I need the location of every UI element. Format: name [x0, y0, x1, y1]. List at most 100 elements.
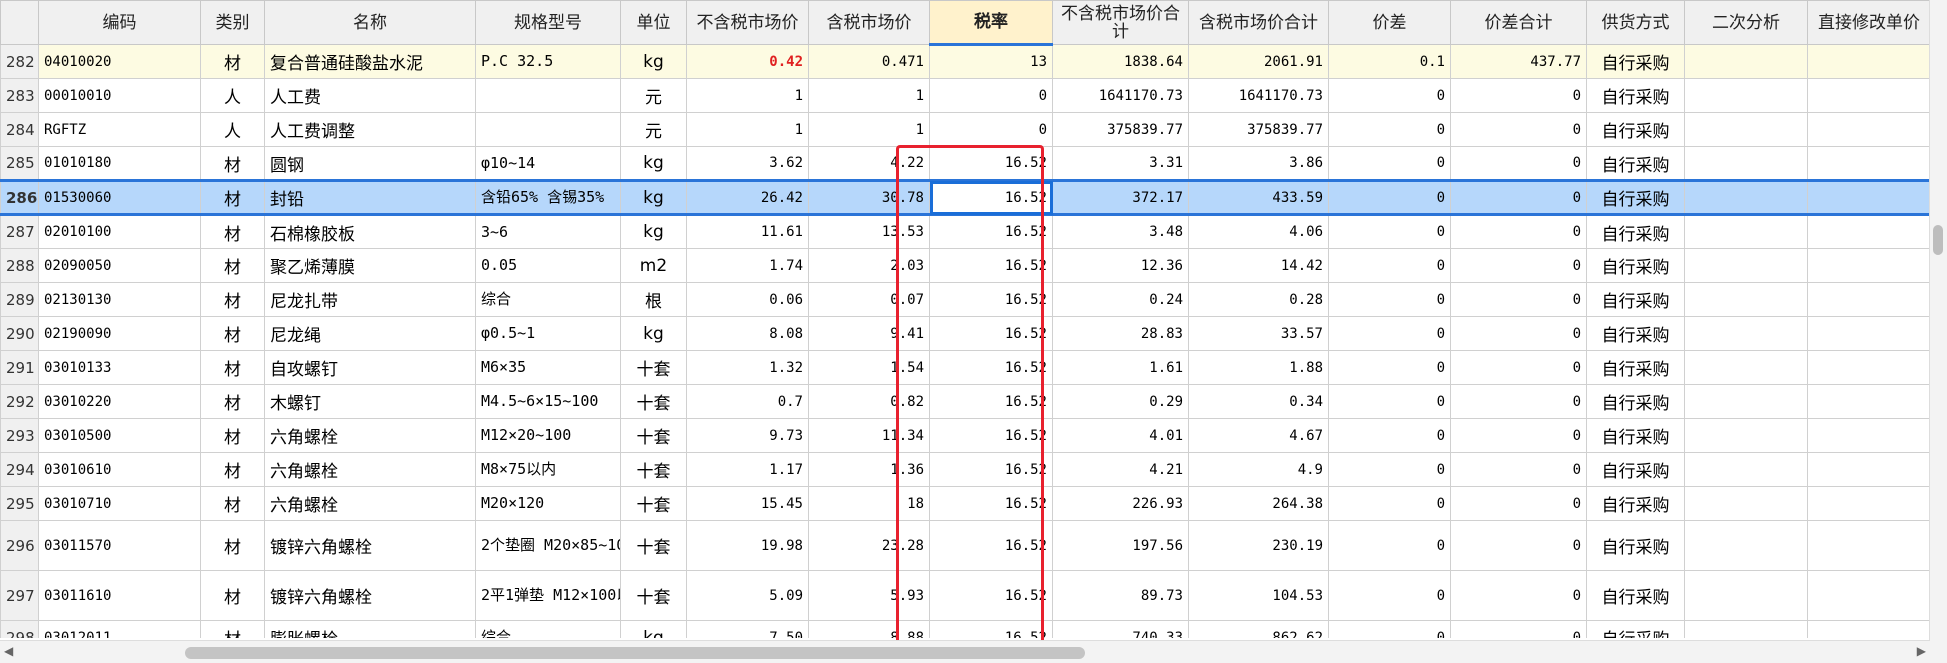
row-number[interactable]: 297 [0, 570, 39, 621]
price-diff-cell[interactable]: 0 [1328, 486, 1451, 521]
secondary-analysis-cell[interactable] [1684, 418, 1808, 453]
row-number[interactable]: 285 [0, 146, 39, 181]
code-cell[interactable]: 02130130 [38, 282, 201, 317]
unit-cell[interactable]: 根 [620, 282, 687, 317]
supply-method-cell[interactable]: 自行采购 [1586, 486, 1685, 521]
tax-rate-cell[interactable]: 16.52 [929, 146, 1053, 181]
price-diff-total-cell[interactable]: 0 [1450, 350, 1587, 385]
unit-cell[interactable]: kg [620, 44, 687, 79]
price-incl-tax-cell[interactable]: 0.471 [808, 44, 930, 79]
category-cell[interactable]: 材 [200, 248, 265, 283]
direct-edit-price-cell[interactable] [1807, 316, 1930, 351]
category-cell[interactable]: 材 [200, 418, 265, 453]
code-cell[interactable]: 01530060 [38, 179, 201, 216]
total-incl-tax-cell[interactable]: 2061.91 [1188, 44, 1329, 79]
price-excl-tax-cell[interactable]: 1 [686, 78, 809, 113]
total-incl-tax-cell[interactable]: 264.38 [1188, 486, 1329, 521]
row-number[interactable]: 292 [0, 384, 39, 419]
direct-edit-price-cell[interactable] [1807, 78, 1930, 113]
price-diff-total-cell[interactable]: 0 [1450, 620, 1587, 638]
price-diff-total-cell[interactable]: 0 [1450, 316, 1587, 351]
total-incl-tax-cell[interactable]: 33.57 [1188, 316, 1329, 351]
total-excl-tax-cell[interactable]: 1641170.73 [1052, 78, 1189, 113]
secondary-analysis-cell[interactable] [1684, 214, 1808, 249]
spec-cell[interactable]: φ0.5~1 [475, 316, 621, 351]
unit-cell[interactable]: kg [620, 146, 687, 181]
unit-cell[interactable]: 十套 [620, 486, 687, 521]
spec-cell[interactable]: P.C 32.5 [475, 44, 621, 79]
secondary-analysis-cell[interactable] [1684, 44, 1808, 79]
name-cell[interactable]: 尼龙扎带 [264, 282, 476, 317]
total-excl-tax-cell[interactable]: 375839.77 [1052, 112, 1189, 147]
price-diff-total-cell[interactable]: 0 [1450, 248, 1587, 283]
spec-cell[interactable]: 综合 [475, 282, 621, 317]
category-cell[interactable]: 材 [200, 44, 265, 79]
price-diff-total-cell[interactable]: 0 [1450, 384, 1587, 419]
unit-cell[interactable]: kg [620, 620, 687, 638]
name-cell[interactable]: 石棉橡胶板 [264, 214, 476, 249]
tax-rate-cell[interactable]: 16.52 [929, 248, 1053, 283]
direct-edit-price-cell[interactable] [1807, 248, 1930, 283]
code-cell[interactable]: 03012011 [38, 620, 201, 638]
direct-edit-price-cell[interactable] [1807, 350, 1930, 385]
price-diff-cell[interactable]: 0 [1328, 418, 1451, 453]
supply-method-cell[interactable]: 自行采购 [1586, 112, 1685, 147]
total-incl-tax-cell[interactable]: 4.67 [1188, 418, 1329, 453]
supply-method-cell[interactable]: 自行采购 [1586, 78, 1685, 113]
tax-rate-cell[interactable]: 0 [929, 112, 1053, 147]
total-excl-tax-cell[interactable]: 740.33 [1052, 620, 1189, 638]
name-cell[interactable]: 复合普通硅酸盐水泥 [264, 44, 476, 79]
name-cell[interactable]: 木螺钉 [264, 384, 476, 419]
spec-cell[interactable]: M8×75以内 [475, 452, 621, 487]
price-diff-total-cell[interactable]: 0 [1450, 179, 1587, 216]
column-header[interactable]: 供货方式 [1586, 0, 1685, 45]
supply-method-cell[interactable]: 自行采购 [1586, 570, 1685, 621]
code-cell[interactable]: 03010133 [38, 350, 201, 385]
unit-cell[interactable]: 十套 [620, 350, 687, 385]
horizontal-scrollbar[interactable]: ◀ ▶ [0, 640, 1930, 663]
row-number[interactable]: 293 [0, 418, 39, 453]
price-excl-tax-cell[interactable]: 1.74 [686, 248, 809, 283]
name-cell[interactable]: 尼龙绳 [264, 316, 476, 351]
table-row[interactable]: 282 04010020 材复合普通硅酸盐水泥 P.C 32.5 kg 0.42 0.471… [0, 44, 1930, 79]
price-diff-cell[interactable]: 0 [1328, 384, 1451, 419]
total-excl-tax-cell[interactable]: 4.01 [1052, 418, 1189, 453]
price-excl-tax-cell[interactable]: 1.17 [686, 452, 809, 487]
tax-rate-cell[interactable]: 16.52 [929, 179, 1053, 216]
table-row[interactable]: 29803012011材膨胀螺栓综合kg7.508.8816.52740.338… [0, 620, 1930, 638]
supply-method-cell[interactable]: 自行采购 [1586, 620, 1685, 638]
supply-method-cell[interactable]: 自行采购 [1586, 384, 1685, 419]
column-header[interactable]: 价差 [1328, 0, 1451, 45]
price-diff-cell[interactable]: 0 [1328, 112, 1451, 147]
secondary-analysis-cell[interactable] [1684, 486, 1808, 521]
supply-method-cell[interactable]: 自行采购 [1586, 418, 1685, 453]
total-excl-tax-cell[interactable]: 4.21 [1052, 452, 1189, 487]
price-diff-cell[interactable]: 0 [1328, 452, 1451, 487]
direct-edit-price-cell[interactable] [1807, 146, 1930, 181]
direct-edit-price-cell[interactable] [1807, 520, 1930, 571]
total-incl-tax-cell[interactable]: 104.53 [1188, 570, 1329, 621]
secondary-analysis-cell[interactable] [1684, 384, 1808, 419]
price-excl-tax-cell[interactable]: 1 [686, 112, 809, 147]
table-row[interactable]: 294 03010610 材六角螺栓 M8×75以内 十套 1.17 1.36 16.52 4.… [0, 452, 1930, 487]
secondary-analysis-cell[interactable] [1684, 78, 1808, 113]
code-cell[interactable]: 03011610 [38, 570, 201, 621]
unit-cell[interactable]: 十套 [620, 384, 687, 419]
price-excl-tax-cell[interactable]: 26.42 [686, 179, 809, 216]
price-diff-cell[interactable]: 0 [1328, 248, 1451, 283]
name-cell[interactable]: 镀锌六角螺栓 [264, 520, 476, 571]
category-cell[interactable]: 人 [200, 78, 265, 113]
price-excl-tax-cell[interactable]: 11.61 [686, 214, 809, 249]
direct-edit-price-cell[interactable] [1807, 486, 1930, 521]
price-excl-tax-cell[interactable]: 0.06 [686, 282, 809, 317]
supply-method-cell[interactable]: 自行采购 [1586, 179, 1685, 216]
total-incl-tax-cell[interactable]: 433.59 [1188, 179, 1329, 216]
secondary-analysis-cell[interactable] [1684, 570, 1808, 621]
tax-rate-cell[interactable]: 16.52 [929, 520, 1053, 571]
tax-rate-cell[interactable]: 0 [929, 78, 1053, 113]
category-cell[interactable]: 材 [200, 570, 265, 621]
price-excl-tax-cell[interactable]: 0.7 [686, 384, 809, 419]
name-cell[interactable]: 自攻螺钉 [264, 350, 476, 385]
price-excl-tax-cell[interactable]: 7.50 [686, 620, 809, 638]
spec-cell[interactable]: 2平1弹垫 M12×100以内 [475, 570, 621, 621]
